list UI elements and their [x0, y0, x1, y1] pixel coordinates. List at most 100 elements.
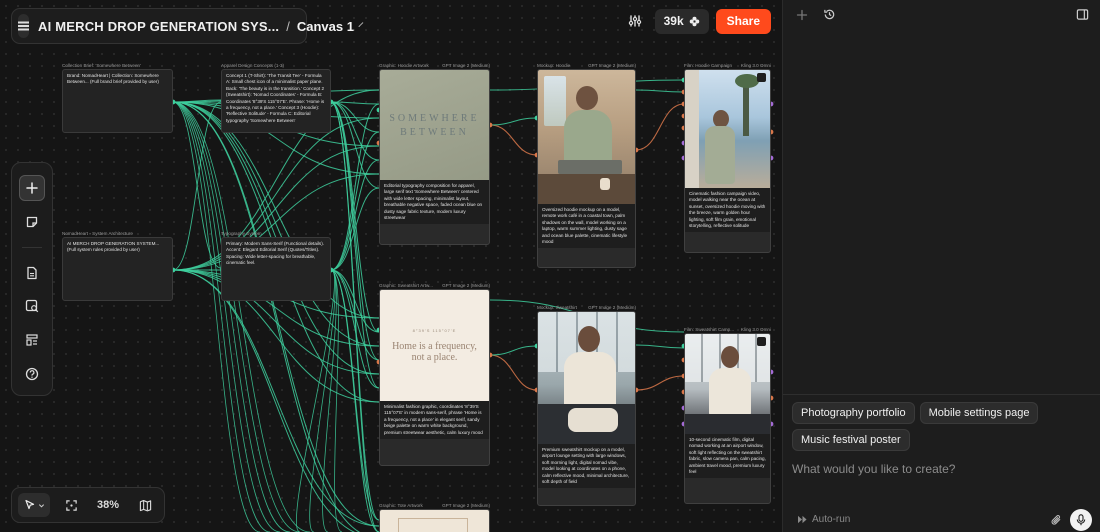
layout-button[interactable]: [19, 327, 45, 353]
suggestion-chip[interactable]: Mobile settings page: [919, 402, 1039, 424]
chevron-down-icon: [38, 503, 44, 508]
video-badge-icon: [757, 337, 766, 346]
connection-wire: [172, 101, 301, 532]
node-mockup-hoodie[interactable]: Mockup: Hoodie GPT Image 2 (Medium) Overs…: [537, 63, 636, 268]
connection-wire: [330, 101, 380, 133]
help-icon: [25, 367, 39, 381]
node-tote-artwork[interactable]: Graphic: Tote Artwork GPT Image 2 (Medium…: [379, 503, 490, 532]
sticky-note-button[interactable]: [19, 209, 45, 235]
connection-wire: [330, 269, 380, 333]
artwork-text: not a place.: [411, 352, 458, 363]
connection-wire: [330, 103, 380, 271]
connection-wire: [330, 269, 343, 532]
connection-wire: [330, 269, 380, 532]
suggestion-chip[interactable]: Photography portfolio: [792, 402, 915, 424]
connection-wire: [330, 101, 380, 532]
prompt-input[interactable]: [792, 460, 1082, 478]
connection-wire: [330, 159, 380, 271]
canvas-name[interactable]: Canvas 1: [297, 19, 354, 34]
image-search-button[interactable]: [19, 294, 45, 320]
assistant-panel: Photography portfolio Mobile settings pa…: [782, 0, 1100, 532]
toggle-sidebar-button[interactable]: [1076, 8, 1089, 26]
node-hoodie-artwork[interactable]: Graphic: Hoodie Artwork GPT Image 2 (Medi…: [379, 63, 490, 245]
minimap-button[interactable]: [132, 492, 158, 518]
history-button[interactable]: [823, 8, 836, 26]
connection-wire: [330, 101, 380, 333]
node-caption: 10-second cinematic film, digital nomad …: [685, 434, 770, 479]
node-caption: Cinematic fashion campaign video, model …: [685, 188, 770, 233]
connection-wire: [172, 101, 271, 532]
video-badge-icon: [757, 73, 766, 82]
node-typography-system[interactable]: Typography System Primary: Modern Sans-S…: [221, 231, 331, 301]
menu-button[interactable]: [18, 14, 29, 38]
node-mockup-sweatshirt[interactable]: Mockup: Sweatshirt GPT Image 2 (Medium) P…: [537, 305, 636, 506]
microphone-icon: [1076, 514, 1086, 526]
bottom-toolbar: 38%: [11, 487, 165, 523]
connection-wire: [330, 131, 380, 271]
node-text: AI MERCH DROP GENERATION SYSTEM... (Full…: [67, 241, 160, 253]
connection-wire: [635, 103, 685, 151]
mockup-hoodie-image: [538, 70, 635, 204]
node-text: Concept 1 (T-Shirt): 'The Transit Tee' -…: [226, 73, 325, 123]
connection-wire: [635, 375, 685, 391]
suggestion-chip[interactable]: Music festival poster: [792, 429, 910, 451]
attach-button[interactable]: [1048, 512, 1064, 528]
connection-wire: [330, 187, 380, 271]
connection-wire: [172, 101, 380, 347]
sliders-icon: [628, 15, 641, 27]
node-film-hoodie[interactable]: Film: Hoodie Campaign Kling 3.0 Omni Cine…: [684, 63, 771, 253]
map-icon: [139, 499, 151, 511]
connection-wire: [172, 101, 361, 532]
node-collection-brief[interactable]: Collection Brief: 'Somewhere Between' Br…: [62, 63, 173, 133]
node-sweatshirt-artwork[interactable]: Graphic: Sweatshirt Artw... GPT Image 2 (…: [379, 283, 490, 466]
breadcrumb-separator: /: [286, 18, 290, 34]
connection-wire: [172, 101, 380, 527]
artwork-text: 8°39'S 115°07'E: [412, 328, 457, 333]
sweatshirt-artwork-image: 8°39'S 115°07'E Home is a frequency, not…: [380, 290, 489, 401]
node-system-architecture[interactable]: NomadHeart - System Architecture AI MERC…: [62, 231, 173, 301]
connection-wire: [489, 345, 538, 356]
node-caption: Premium sweatshirt mockup on a model, ai…: [538, 444, 635, 489]
project-title[interactable]: AI MERCH DROP GENERATION SYS...: [38, 19, 279, 34]
suggestion-chips: Photography portfolio Mobile settings pa…: [792, 402, 1082, 451]
canvas[interactable]: Collection Brief: 'Somewhere Between' Br…: [0, 0, 782, 532]
connection-wire: [330, 101, 380, 105]
add-node-button[interactable]: [19, 175, 45, 201]
toolbar-divider: [22, 246, 42, 248]
connection-wire: [172, 101, 261, 532]
connection-wire: [172, 269, 380, 527]
help-button[interactable]: [19, 361, 45, 387]
fit-view-button[interactable]: [58, 492, 84, 518]
connection-wire: [635, 89, 685, 93]
film-sweatshirt-image: [685, 334, 770, 434]
artwork-text: BETWEEN: [400, 126, 469, 138]
share-button[interactable]: Share: [715, 8, 771, 34]
connection-wire: [635, 344, 685, 349]
fit-view-icon: [65, 499, 77, 511]
artwork-text: SOMEWHERE: [389, 112, 480, 124]
credits-badge[interactable]: 39k: [654, 8, 709, 34]
connection-wire: [489, 117, 538, 126]
zoom-level[interactable]: 38%: [92, 499, 124, 511]
top-actions: 39k Share: [622, 8, 771, 34]
connection-wire: [489, 354, 538, 391]
sidebar-icon: [1076, 9, 1089, 20]
select-tool-button[interactable]: [18, 493, 50, 517]
node-text: Primary: Modern Sans-Serif (Functional d…: [226, 241, 325, 266]
microphone-button[interactable]: [1070, 509, 1092, 531]
connection-wire: [322, 269, 337, 532]
paperclip-icon: [1051, 515, 1060, 525]
plus-icon: [796, 9, 808, 21]
new-chat-button[interactable]: [796, 8, 808, 26]
connection-wire: [330, 101, 380, 389]
autorun-toggle[interactable]: Auto-run: [797, 514, 850, 525]
connection-wire: [172, 101, 311, 532]
connection-wire: [330, 101, 380, 361]
connection-wire: [330, 269, 380, 361]
adjustments-button[interactable]: [622, 8, 648, 34]
connection-wire: [330, 101, 380, 189]
node-apparel-concepts[interactable]: Apparel Design Concepts (1-3) Concept 1 …: [221, 63, 331, 133]
document-button[interactable]: [19, 260, 45, 286]
connection-wire: [172, 101, 222, 271]
node-film-sweatshirt[interactable]: Film: Sweatshirt Camp... Kling 3.0 Omni 1…: [684, 327, 771, 504]
